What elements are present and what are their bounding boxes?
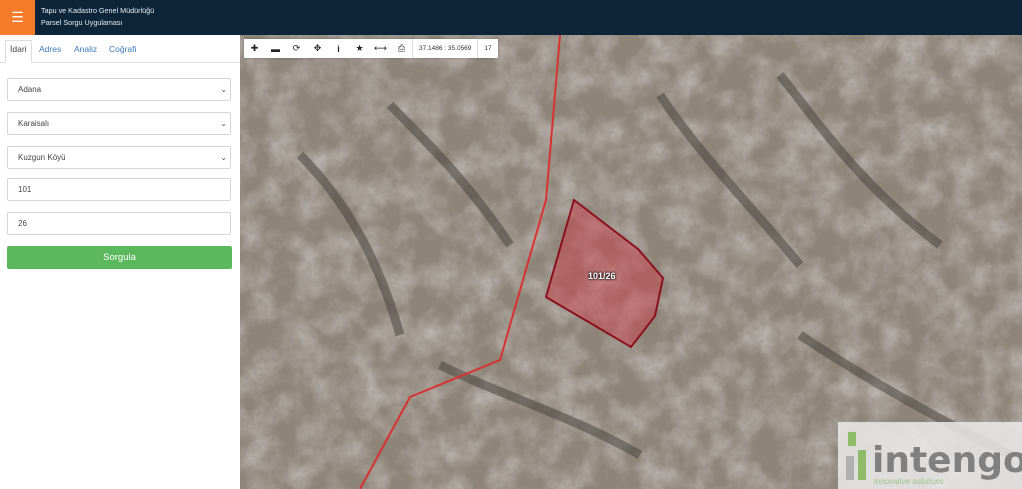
zoom-out-icon[interactable]: ▬ [265,39,286,58]
app-title-line2: Parsel Sorgu Uygulaması [41,18,123,27]
tab-adres[interactable]: Adres [39,41,61,62]
chevron-down-icon: ⌄ [220,119,227,128]
mahalle-select[interactable]: Kuzgun Köyü ⌄ [7,146,231,169]
chevron-down-icon: ⌄ [220,153,227,162]
zoom-level: 17 [477,39,497,58]
logo-word: intengo [872,440,1022,481]
star-icon[interactable]: ★ [349,39,370,58]
top-bar: ☰ Tapu ve Kadastro Genel Müdürlüğü Parse… [0,0,1022,35]
ilce-select[interactable]: Karaisalı ⌄ [7,112,231,135]
refresh-icon[interactable]: ⟳ [286,39,307,58]
parcel-label: 101/26 [588,271,616,281]
locate-icon[interactable]: ✥ [307,39,328,58]
measure-icon[interactable]: ⟷ [370,39,391,58]
sidebar: İdari Adres Analiz Coğrafi Adana ⌄ Karai… [0,35,241,489]
ada-input[interactable]: 101 [7,178,231,201]
ilce-select-value: Karaisalı [18,119,50,128]
menu-icon: ☰ [11,9,24,25]
sorgula-button[interactable]: Sorgula [7,246,232,269]
tab-bar: İdari Adres Analiz Coğrafi [0,35,240,63]
zoom-in-icon[interactable]: ✚ [244,39,265,58]
map-toolbar: ✚ ▬ ⟳ ✥ i ★ ⟷ ⎙ 37.1486 : 35.0569 17 [244,39,498,58]
tab-idari[interactable]: İdari [5,40,32,63]
parsel-input-value: 26 [18,219,27,228]
tab-cografi[interactable]: Coğrafi [109,41,136,62]
satellite-map[interactable] [240,35,1022,489]
intengo-logo: intengo innovative solutions [838,422,1022,489]
il-select[interactable]: Adana ⌄ [7,78,231,101]
ada-input-value: 101 [18,185,32,194]
menu-button[interactable]: ☰ [0,0,35,35]
coordinate-readout: 37.1486 : 35.0569 [412,39,477,58]
chevron-down-icon: ⌄ [220,85,227,94]
parsel-input[interactable]: 26 [7,212,231,235]
info-icon[interactable]: i [328,39,349,58]
tab-analiz[interactable]: Analiz [74,41,97,62]
map-view[interactable]: 101/26 ✚ ▬ ⟳ ✥ i ★ ⟷ ⎙ 37.1486 : 35.0569… [240,35,1022,489]
app-title-line1: Tapu ve Kadastro Genel Müdürlüğü [41,6,155,15]
logo-tagline: innovative solutions [874,477,944,486]
il-select-value: Adana [18,85,42,94]
logo-mark-icon [846,432,866,480]
mahalle-select-value: Kuzgun Köyü [18,153,66,162]
app-title: Tapu ve Kadastro Genel Müdürlüğü Parsel … [41,5,154,29]
print-icon[interactable]: ⎙ [391,39,412,58]
